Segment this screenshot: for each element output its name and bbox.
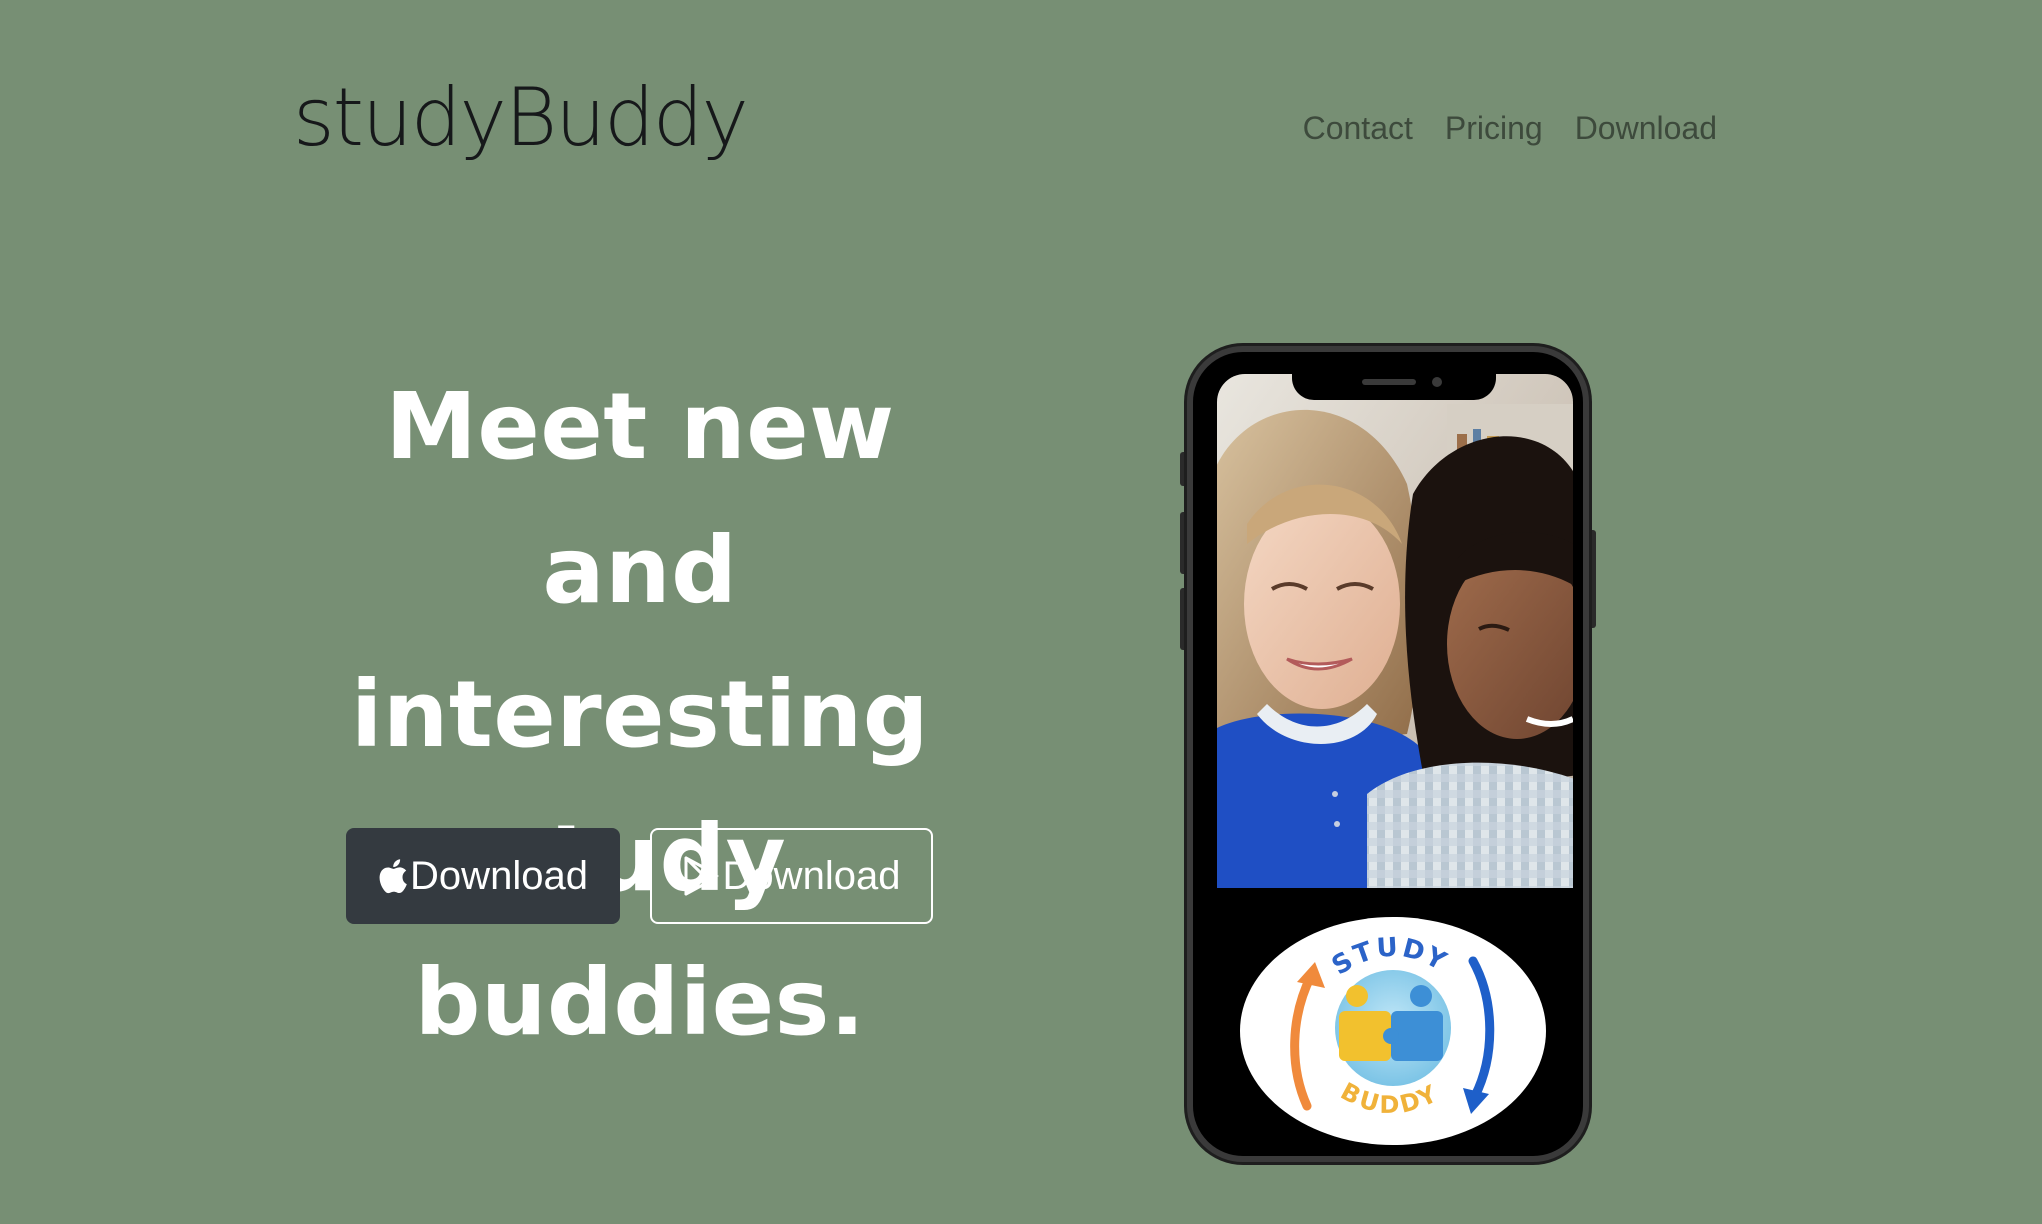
phone-mockup: STUDY BUDDY (1187, 346, 1589, 1162)
phone-volume-down (1180, 588, 1187, 650)
apple-icon (378, 858, 408, 894)
nav-download[interactable]: Download (1575, 112, 1717, 144)
phone-notch (1292, 370, 1496, 400)
phone-volume-up (1180, 512, 1187, 574)
phone-speaker (1362, 379, 1416, 385)
app-store-download-label: Download (410, 853, 588, 898)
phone-mute-switch (1180, 452, 1187, 486)
phone-camera (1432, 377, 1442, 387)
landing-page: studyBuddy Contact Pricing Download Meet… (0, 0, 2042, 1224)
google-play-download-button[interactable]: Download (650, 828, 933, 924)
phone-power-button (1589, 530, 1596, 628)
brand-logo[interactable]: studyBuddy (293, 78, 749, 158)
nav-pricing[interactable]: Pricing (1445, 112, 1543, 144)
students-photo (1217, 374, 1573, 888)
download-buttons: Download Download (346, 828, 933, 924)
top-nav: Contact Pricing Download (1303, 112, 1717, 144)
hero-title-line-2: interesting (350, 661, 930, 768)
hero-title-line-1: Meet new and (385, 373, 895, 624)
hero-title: Meet new and interesting study buddies. (280, 355, 1000, 1075)
google-play-download-label: Download (722, 853, 901, 898)
study-buddy-logo: STUDY BUDDY (1239, 916, 1547, 1146)
app-store-download-button[interactable]: Download (346, 828, 620, 924)
google-play-icon (683, 856, 721, 896)
nav-contact[interactable]: Contact (1303, 112, 1413, 144)
